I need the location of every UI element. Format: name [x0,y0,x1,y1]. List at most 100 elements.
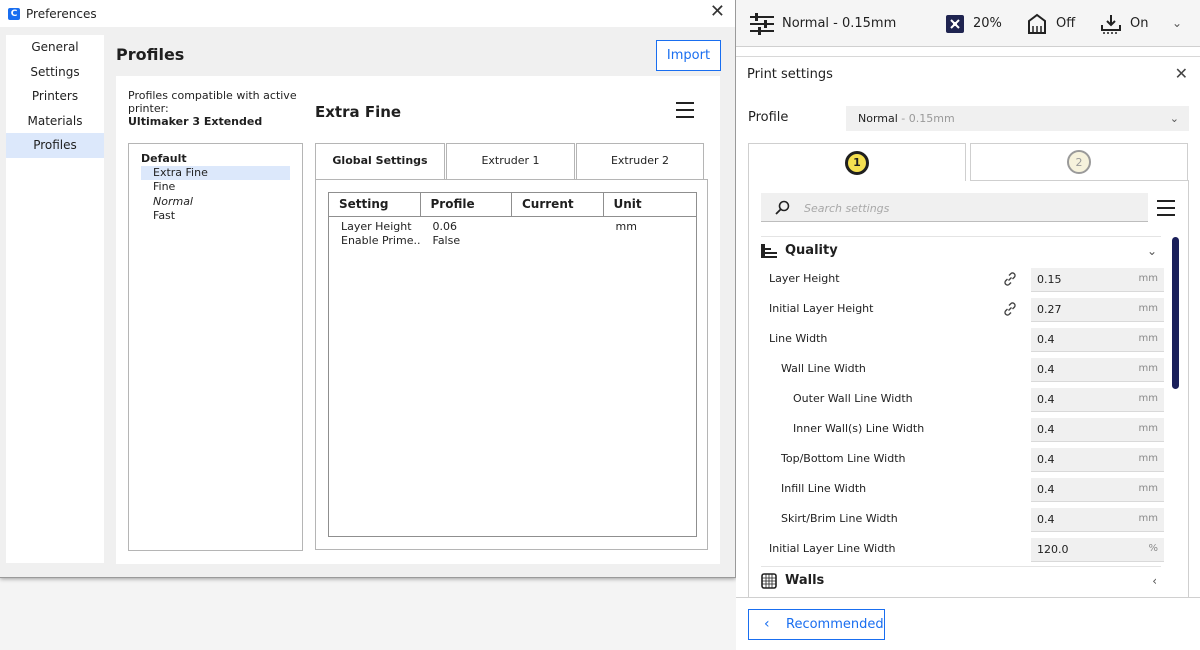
profile-list: Default Extra Fine Fine Normal Fast [128,143,303,551]
profile-detail-name: Extra Fine [315,103,402,121]
extruder-tab-1[interactable]: 1 [748,143,966,181]
profiles-panel: Profiles compatible with active printer:… [116,76,720,564]
setting-value-field[interactable]: 0.4 mm [1031,328,1164,352]
setting-label: Layer Height [769,272,840,285]
print-settings-header: Print settings ✕ [736,56,1200,92]
table-row: Enable Prime... False [329,234,696,248]
close-icon[interactable]: ✕ [710,3,725,21]
profile-item-fine[interactable]: Fine [129,180,290,194]
column-header-setting: Setting [329,193,421,216]
profile-item-extra-fine[interactable]: Extra Fine [141,166,290,181]
setting-unit: % [1148,543,1158,554]
import-button[interactable]: Import [656,40,721,71]
table-header: Setting Profile Current Unit [329,193,696,217]
close-icon[interactable]: ✕ [1175,64,1188,83]
link-icon[interactable] [1002,271,1018,287]
setting-row: Line Width 0.4 mm [761,325,1166,355]
setting-unit: mm [1138,333,1158,344]
setting-label: Wall Line Width [781,362,866,375]
setting-unit: mm [1138,453,1158,464]
nav-item-profiles[interactable]: Profiles [6,133,104,158]
category-walls[interactable]: Walls ‹ [761,566,1161,594]
setting-value-field[interactable]: 120.0% [1031,538,1164,562]
print-settings-title: Print settings [747,67,833,82]
settings-visibility-menu-icon[interactable] [1157,200,1175,216]
setting-row: Initial Layer Height 0.27 mm [761,295,1166,325]
adhesion-summary[interactable]: On [1100,0,1148,47]
setting-label: Inner Wall(s) Line Width [793,422,925,435]
tab-extruder-1[interactable]: Extruder 1 [446,143,575,179]
settings-scrollbar[interactable] [1172,237,1179,389]
search-settings-input[interactable]: Search settings [761,193,1148,222]
setting-label: Top/Bottom Line Width [781,452,906,465]
nav-item-general[interactable]: General [6,35,104,60]
profile-item-normal[interactable]: Normal [129,195,290,209]
setting-value-field[interactable]: 0.4 mm [1031,448,1164,472]
profile-select[interactable]: Normal - 0.15mm ⌄ [846,106,1189,131]
extruder-tabs: 1 2 [748,143,1189,181]
adhesion-icon [1101,14,1121,34]
chevron-left-icon: ‹ [1152,573,1157,588]
setting-value-field[interactable]: 0.4 mm [1031,418,1164,442]
search-icon [775,200,790,215]
setting-value-field[interactable]: 0.4 mm [1031,478,1164,502]
cell-setting: Layer Height [341,220,412,233]
setting-unit: mm [1138,393,1158,404]
setting-row: Top/Bottom Line Width 0.4 mm [761,445,1166,475]
infill-value: 20% [973,16,1002,31]
setting-unit: mm [1138,483,1158,494]
window-title: Preferences [26,6,97,21]
setting-row: Skirt/Brim Line Width 0.4 mm [761,505,1166,535]
setting-value: 0.4 [1037,423,1055,436]
chevron-down-icon[interactable]: ⌄ [1172,16,1182,30]
setting-value: 0.4 [1037,483,1055,496]
setting-row: Initial Layer Line Width 120.0% [761,535,1166,565]
profile-tabs: Global Settings Extruder 1 Extruder 2 [315,143,708,179]
cell-unit: mm [615,220,637,233]
printer-name: Ultimaker 3 Extended [128,115,263,128]
setting-value-field[interactable]: 0.4 mm [1031,358,1164,382]
category-quality[interactable]: Quality ⌄ [761,236,1161,264]
setting-value: 0.4 [1037,363,1055,376]
preferences-nav: General Settings Printers Materials Prof… [6,35,104,563]
profile-summary[interactable]: Normal - 0.15mm [750,0,896,47]
profile-item-fast[interactable]: Fast [129,209,290,223]
setting-value-field[interactable]: 0.27 mm [1031,298,1164,322]
search-placeholder: Search settings [804,202,890,215]
profile-menu-icon[interactable] [676,102,694,120]
infill-summary[interactable]: 20% [945,0,1002,47]
print-settings-area: Normal - 0.15mm 20% Off On ⌄ Print setti… [736,0,1200,650]
setting-value: 0.27 [1037,303,1062,316]
tab-extruder-2[interactable]: Extruder 2 [576,143,704,179]
settings-table: Setting Profile Current Unit Layer Heigh… [328,192,697,537]
extruder-1-badge: 1 [845,150,869,175]
print-setup-bar[interactable]: Normal - 0.15mm 20% Off On ⌄ [736,0,1200,47]
nav-item-materials[interactable]: Materials [6,109,104,134]
extruder-tab-2[interactable]: 2 [970,143,1188,181]
column-header-profile: Profile [421,193,512,216]
setting-label: Infill Line Width [781,482,867,495]
category-quality-label: Quality [785,243,838,258]
setting-row: Wall Line Width 0.4 mm [761,355,1166,385]
nav-item-settings[interactable]: Settings [6,60,104,85]
setting-value-field[interactable]: 0.4 mm [1031,388,1164,412]
setting-row: Inner Wall(s) Line Width 0.4 mm [761,415,1166,445]
nav-item-printers[interactable]: Printers [6,84,104,109]
recommended-label: Recommended [786,617,884,632]
setting-label: Line Width [769,332,828,345]
tab-global-settings[interactable]: Global Settings [315,143,445,179]
setting-value: 0.4 [1037,333,1055,346]
tab-body: Setting Profile Current Unit Layer Heigh… [315,179,708,550]
quality-icon [761,243,777,258]
profile-summary-text: Normal - 0.15mm [782,16,897,31]
support-summary[interactable]: Off [1026,0,1075,47]
recommended-button[interactable]: ‹ Recommended [748,609,885,640]
setting-label: Initial Layer Height [769,302,874,315]
setting-value-field[interactable]: 0.4 mm [1031,508,1164,532]
cell-current [512,220,604,234]
setting-value: 0.4 [1037,453,1055,466]
link-icon[interactable] [1002,301,1018,317]
adhesion-value: On [1130,16,1149,31]
chevron-left-icon: ‹ [764,616,770,632]
setting-value-field[interactable]: 0.15 mm [1031,268,1164,292]
